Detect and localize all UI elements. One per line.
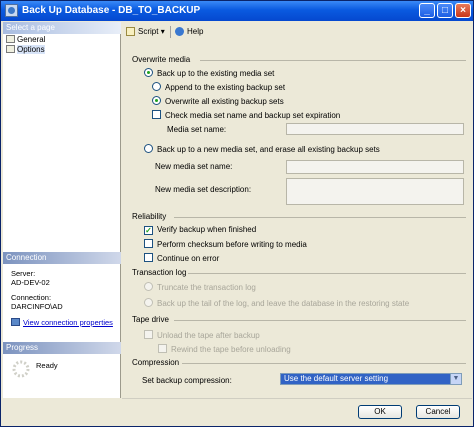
progress-header: Progress [3, 342, 121, 354]
divider [182, 363, 466, 364]
rewind-tape-checkbox[interactable]: Rewind the tape before unloading [158, 344, 291, 354]
new-media-set-description-input[interactable] [286, 178, 464, 205]
checkbox-indicator[interactable] [144, 253, 153, 262]
page-item-general[interactable]: General [6, 35, 45, 45]
continue-on-error-checkbox[interactable]: Continue on error [144, 253, 219, 263]
backup-database-dialog: Back Up Database - DB_TO_BACKUP _ □ × Se… [0, 0, 474, 427]
help-icon [175, 27, 184, 36]
chevron-down-icon[interactable]: ▾ [161, 27, 165, 36]
verify-backup-checkbox[interactable]: ✓ Verify backup when finished [144, 225, 256, 235]
append-backup-set-radio[interactable]: Append to the existing backup set [152, 82, 285, 92]
existing-media-set-radio[interactable]: Back up to the existing media set [144, 68, 274, 78]
checkbox-indicator[interactable] [144, 330, 153, 339]
database-icon [5, 4, 18, 17]
ok-button[interactable]: OK [358, 405, 402, 419]
checkbox-indicator[interactable]: ✓ [144, 226, 153, 235]
new-media-set-description-label: New media set description: [155, 185, 252, 194]
transaction-log-title: Transaction log [132, 268, 187, 277]
new-media-set-name-input[interactable] [286, 160, 464, 174]
minimize-button[interactable]: _ [419, 3, 435, 18]
media-set-name-label: Media set name: [167, 125, 227, 134]
connection-header: Connection [3, 252, 121, 264]
check-media-set-name-checkbox[interactable]: Check media set name and backup set expi… [152, 110, 340, 120]
media-set-name-input[interactable] [286, 123, 464, 135]
dialog-button-bar: OK Cancel [122, 398, 472, 426]
server-value: AD-DEV-02 [11, 278, 50, 287]
backup-tail-log-radio[interactable]: Back up the tail of the log, and leave t… [144, 298, 409, 308]
properties-icon [11, 318, 20, 326]
close-button[interactable]: × [455, 3, 471, 18]
backup-compression-select[interactable]: Use the default server setting ▼ [280, 373, 462, 385]
progress-spinner-icon [12, 360, 30, 378]
title-bar[interactable]: Back Up Database - DB_TO_BACKUP _ □ × [1, 1, 473, 21]
window-title: Back Up Database - DB_TO_BACKUP [22, 5, 201, 16]
divider [188, 273, 466, 274]
radio-indicator[interactable] [152, 96, 161, 105]
view-connection-properties[interactable]: View connection properties [11, 318, 113, 327]
toolbar: Script ▾ Help [122, 22, 472, 42]
connection-value: DARCINFO\AD [11, 302, 63, 311]
toolbar-divider [170, 26, 171, 38]
overwrite-media-title: Overwrite media [132, 55, 191, 64]
script-icon [126, 27, 135, 36]
tape-drive-title: Tape drive [132, 315, 169, 324]
options-page: Script ▾ Help Overwrite media Back up to… [122, 22, 472, 398]
radio-indicator[interactable] [152, 82, 161, 91]
maximize-button[interactable]: □ [437, 3, 453, 18]
chevron-down-icon[interactable]: ▼ [450, 374, 461, 384]
divider [174, 217, 466, 218]
overwrite-all-radio[interactable]: Overwrite all existing backup sets [152, 96, 284, 106]
select-page-header: Select a page [3, 22, 121, 34]
divider [174, 320, 466, 321]
page-item-options[interactable]: Options [6, 45, 45, 55]
truncate-log-radio[interactable]: Truncate the transaction log [144, 282, 256, 292]
help-button[interactable]: Help [175, 27, 203, 36]
perform-checksum-checkbox[interactable]: Perform checksum before writing to media [144, 239, 307, 249]
checkbox-indicator[interactable] [158, 344, 167, 353]
radio-indicator[interactable] [144, 298, 153, 307]
checkbox-indicator[interactable] [144, 239, 153, 248]
left-pane: Select a page General Options Connection… [3, 22, 121, 398]
page-icon [6, 45, 15, 53]
new-media-set-name-label: New media set name: [155, 162, 233, 171]
divider [200, 60, 466, 61]
page-icon [6, 35, 15, 43]
reliability-title: Reliability [132, 212, 167, 221]
checkbox-indicator[interactable] [152, 110, 161, 119]
script-button[interactable]: Script ▾ [126, 27, 165, 36]
radio-indicator[interactable] [144, 68, 153, 77]
connection-label: Connection: [11, 293, 52, 302]
unload-tape-checkbox[interactable]: Unload the tape after backup [144, 330, 260, 340]
compression-title: Compression [132, 358, 180, 367]
new-media-set-radio[interactable]: Back up to a new media set, and erase al… [144, 144, 380, 154]
server-label: Server: [11, 269, 36, 278]
cancel-button[interactable]: Cancel [416, 405, 460, 419]
radio-indicator[interactable] [144, 144, 153, 153]
progress-status: Ready [36, 361, 58, 370]
backup-compression-label: Set backup compression: [142, 376, 232, 385]
radio-indicator[interactable] [144, 282, 153, 291]
